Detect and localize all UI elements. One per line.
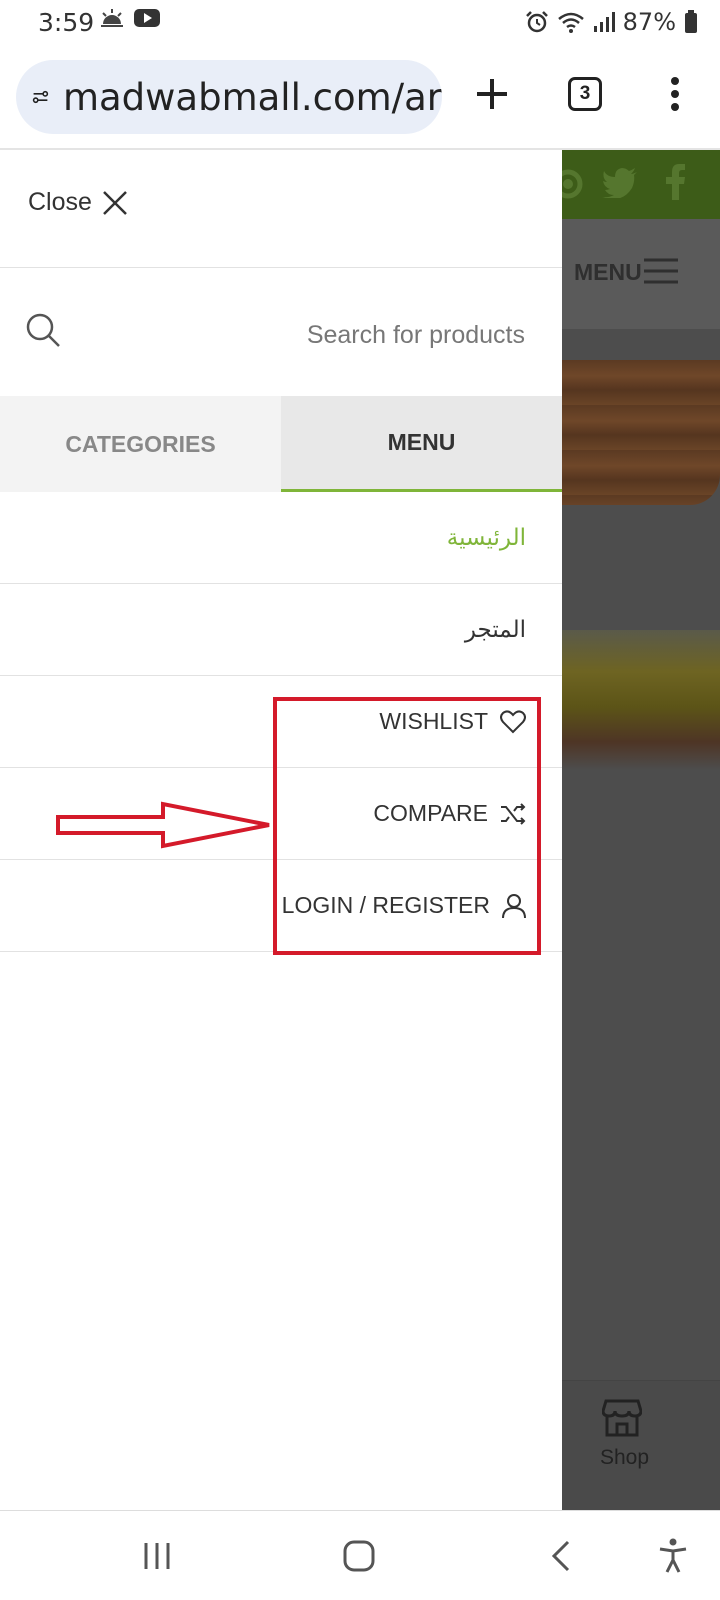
menu-item-label: WISHLIST (379, 708, 488, 734)
accessibility-icon (659, 1538, 687, 1573)
battery-icon (685, 10, 697, 33)
product-image-2 (562, 630, 720, 770)
instagram-icon[interactable] (562, 168, 584, 200)
wifi-icon (557, 12, 584, 33)
menu-item-wishlist[interactable]: WISHLIST (0, 676, 562, 768)
status-bar: 3:59 87% (0, 0, 720, 46)
shop-label: Shop (600, 1446, 650, 1469)
menu-item-home[interactable]: الرئيسية (0, 492, 562, 584)
social-bar (562, 150, 720, 219)
product-image-1 (562, 360, 720, 505)
alarm-icon (525, 11, 548, 33)
menu-item-label: الرئيسية (446, 524, 526, 550)
tabs-icon: 3 (568, 77, 602, 111)
address-bar[interactable]: madwabmall.com/ar (16, 60, 442, 134)
more-icon (671, 77, 679, 111)
home-icon (343, 1540, 375, 1572)
signal-icon (593, 12, 615, 32)
back-icon (551, 1540, 570, 1572)
youtube-icon (134, 9, 160, 27)
annotation-arrow-icon (56, 801, 270, 849)
battery-percent: 87% (622, 8, 676, 36)
search-icon[interactable] (25, 312, 61, 348)
menu-item-shop[interactable]: المتجر (0, 584, 562, 676)
search-input[interactable] (80, 310, 525, 360)
user-icon (502, 893, 526, 918)
hamburger-icon[interactable] (644, 257, 678, 285)
recents-icon (144, 1543, 170, 1569)
close-button[interactable]: Close (28, 188, 128, 217)
menu-item-label: LOGIN / REGISTER (281, 892, 490, 918)
bottom-shop-bar[interactable]: Shop (562, 1380, 720, 1510)
facebook-icon[interactable] (666, 164, 686, 200)
heart-icon (500, 709, 526, 733)
browser-toolbar: madwabmall.com/ar 3 (0, 46, 720, 150)
menu-item-login-register[interactable]: LOGIN / REGISTER (0, 860, 562, 952)
tab-menu[interactable]: MENU (281, 396, 562, 492)
search-row (0, 270, 562, 400)
accessibility-button[interactable] (648, 1531, 698, 1581)
twitter-icon[interactable] (602, 168, 638, 198)
status-time: 3:59 (38, 8, 95, 37)
shuffle-icon (501, 802, 526, 825)
url-text[interactable]: madwabmall.com/ar (63, 76, 442, 119)
close-label: Close (28, 188, 92, 216)
close-icon (103, 190, 127, 215)
recents-button[interactable] (132, 1531, 182, 1581)
status-notification-icons (100, 8, 160, 28)
site-header: MENU (562, 219, 720, 329)
sunrise-icon (101, 9, 123, 27)
new-tab-icon (477, 79, 507, 109)
tabs-button[interactable]: 3 (555, 64, 615, 124)
more-menu-button[interactable] (645, 64, 705, 124)
status-system-icons: 87% (525, 8, 698, 36)
tab-count: 3 (579, 83, 591, 104)
menu-item-label: المتجر (464, 616, 526, 642)
store-icon (602, 1399, 642, 1437)
drawer-tabs: CATEGORIES MENU (0, 396, 562, 492)
new-tab-button[interactable] (462, 64, 522, 124)
tab-categories[interactable]: CATEGORIES (0, 396, 281, 492)
home-button[interactable] (334, 1531, 384, 1581)
system-nav-bar (0, 1510, 720, 1600)
divider (0, 267, 562, 268)
menu-item-label: COMPARE (373, 800, 488, 826)
site-menu-label[interactable]: MENU (574, 259, 642, 286)
site-info-icon[interactable] (32, 81, 49, 113)
page-overlay[interactable]: MENU Shop (562, 150, 720, 1510)
back-button[interactable] (536, 1531, 586, 1581)
